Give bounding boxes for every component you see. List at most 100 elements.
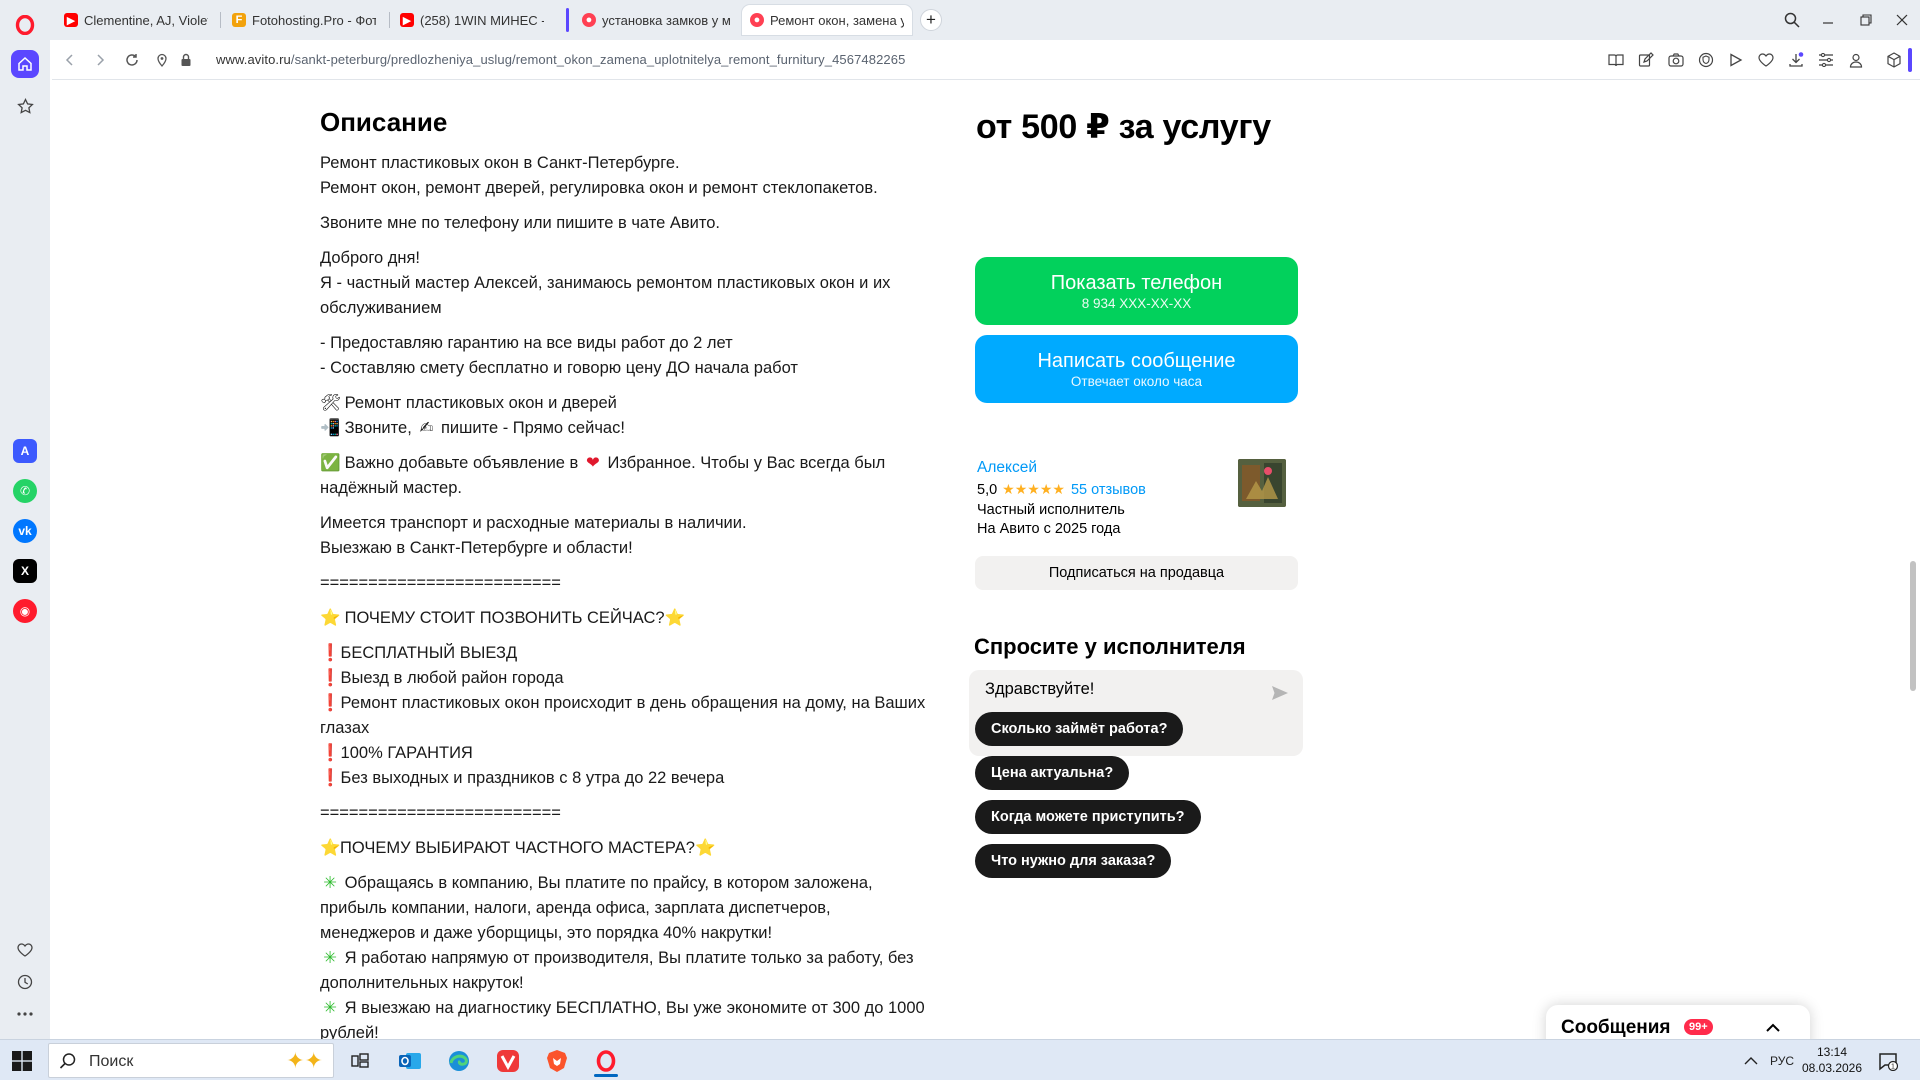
- more-dots-icon[interactable]: [11, 1000, 39, 1028]
- desc-paragraph: Доброго дня! Я - частный мастер Алексей,…: [320, 249, 891, 317]
- quick-question-chip[interactable]: Сколько займёт работа?: [975, 712, 1184, 746]
- edge-icon[interactable]: [439, 1044, 479, 1077]
- tools-icon: 🛠: [320, 394, 341, 412]
- ask-message-input[interactable]: [985, 680, 1255, 699]
- heart-icon[interactable]: [1756, 50, 1776, 70]
- quick-question-chip[interactable]: Цена актуальна?: [975, 756, 1130, 790]
- desc-paragraph: 🛠 Ремонт пластиковых окон и дверей 📲 Зво…: [320, 391, 930, 441]
- show-phone-button[interactable]: Показать телефон 8 934 XXX-XX-XX: [975, 257, 1298, 325]
- download-icon[interactable]: [1786, 50, 1806, 70]
- seller-since: На Авито с 2025 года: [977, 521, 1121, 537]
- sparkle-icon: ✳: [323, 874, 337, 892]
- avito-icon: ●: [750, 13, 764, 27]
- shield-icon[interactable]: [1696, 50, 1716, 70]
- writing-hand-icon: ✍: [419, 419, 434, 437]
- quick-question-chip[interactable]: Что нужно для заказа?: [975, 844, 1172, 878]
- new-tab-button[interactable]: +: [920, 9, 942, 31]
- separator-line: =========================: [320, 804, 561, 822]
- history-clock-icon[interactable]: [11, 968, 39, 996]
- system-clock[interactable]: 13:14 08.03.2026: [1800, 1044, 1864, 1076]
- desc-paragraph: Ремонт пластиковых окон в Санкт-Петербур…: [320, 154, 878, 197]
- input-language[interactable]: РУС: [1770, 1040, 1794, 1080]
- outlook-icon[interactable]: [390, 1044, 430, 1077]
- separator-line: =========================: [320, 574, 561, 592]
- opera-logo-icon[interactable]: [10, 10, 40, 40]
- profile-icon[interactable]: [1846, 50, 1866, 70]
- opera-taskbar-icon[interactable]: [586, 1044, 626, 1077]
- quick-question-chip[interactable]: Когда можете приступить?: [975, 800, 1201, 834]
- tab-5-active[interactable]: ● Ремонт окон, замена упл: [742, 5, 912, 35]
- ask-seller-heading: Спросите у исполнителя: [974, 634, 1246, 659]
- task-view-icon[interactable]: [340, 1044, 380, 1077]
- vivaldi-icon[interactable]: [488, 1044, 528, 1077]
- minimize-icon[interactable]: [1808, 6, 1848, 34]
- desc-paragraph: ✅ Важно добавьте объявление в ❤ Избранно…: [320, 451, 930, 501]
- scrollbar-thumb[interactable]: [1910, 561, 1916, 691]
- star-icon[interactable]: [11, 92, 39, 120]
- windows-start-icon[interactable]: [12, 1051, 32, 1071]
- sparkle-icon: ✳: [323, 999, 337, 1017]
- restore-icon[interactable]: [1846, 6, 1886, 34]
- write-message-button[interactable]: Написать сообщение Отвечает около часа: [975, 335, 1298, 403]
- seller-rating: 5,0 ★★★★★ 55 отзывов: [977, 481, 1146, 498]
- send-icon[interactable]: [1271, 684, 1289, 702]
- url-text[interactable]: www.avito.ru/sankt-peterburg/predlozheni…: [216, 52, 905, 67]
- rating-stars-icon: ★★★★★: [1002, 481, 1065, 497]
- tab-3[interactable]: ▶ (258) 1WIN МИНЕС - КАК: [392, 5, 552, 35]
- red-heart-icon: ❤: [586, 454, 600, 472]
- tab-bar: ▶ Clementine, AJ, Violet & L F Fotohosti…: [0, 0, 1920, 40]
- notifications-icon[interactable]: 1: [1878, 1051, 1898, 1071]
- edit-icon[interactable]: [1636, 50, 1656, 70]
- pinboard-heart-icon[interactable]: [11, 936, 39, 964]
- tab-search-icon[interactable]: [1772, 6, 1812, 34]
- location-icon[interactable]: [152, 50, 172, 70]
- lock-icon[interactable]: [176, 50, 196, 70]
- extensions-cube-icon[interactable]: [1884, 50, 1904, 70]
- star-emoji-icon: ⭐: [694, 839, 716, 857]
- star-emoji-icon: ⭐: [320, 839, 341, 857]
- aria-icon[interactable]: A: [13, 439, 37, 463]
- avito-icon: ●: [582, 13, 596, 27]
- desc-paragraph: Звоните мне по телефону или пишите в чат…: [320, 214, 720, 232]
- reload-icon[interactable]: [122, 50, 142, 70]
- camera-icon[interactable]: [1666, 50, 1686, 70]
- desc-subheading: ⭐ ПОЧЕМУ СТОИТ ПОЗВОНИТЬ СЕЙЧАС?⭐: [320, 606, 930, 631]
- check-mark-icon: ✅: [320, 454, 341, 472]
- x-twitter-icon[interactable]: X: [13, 559, 37, 583]
- tab-2[interactable]: F Fotohosting.Pro - Фотохо: [224, 5, 384, 35]
- page-scrollbar[interactable]: [1908, 81, 1920, 1039]
- easy-setup-icon[interactable]: [1816, 50, 1836, 70]
- desc-paragraph: Имеется транспорт и расходные материалы …: [320, 514, 747, 557]
- subscribe-seller-button[interactable]: Подписаться на продавца: [975, 556, 1298, 590]
- tab-1[interactable]: ▶ Clementine, AJ, Violet & L: [56, 5, 216, 35]
- vk-icon[interactable]: vk: [13, 519, 37, 543]
- back-icon[interactable]: [60, 50, 80, 70]
- tab-4[interactable]: ● установка замков у метр: [574, 5, 738, 35]
- whatsapp-icon[interactable]: ✆: [13, 479, 37, 503]
- desc-bullets: ❗БЕСПЛАТНЫЙ ВЫЕЗД ❗Выезд в любой район г…: [320, 644, 926, 787]
- description-section: Описание Ремонт пластиковых окон в Санкт…: [320, 105, 930, 1039]
- address-bar: www.avito.ru/sankt-peterburg/predlozheni…: [52, 40, 1920, 80]
- seller-avatar[interactable]: [1238, 459, 1286, 507]
- reader-mode-icon[interactable]: [1606, 50, 1626, 70]
- seller-name-link[interactable]: Алексей: [977, 459, 1037, 477]
- search-icon: [59, 1053, 76, 1069]
- brave-icon[interactable]: [537, 1044, 577, 1077]
- close-window-icon[interactable]: [1882, 6, 1920, 34]
- star-emoji-icon: ⭐: [320, 609, 341, 627]
- tab-group-indicator: [566, 8, 569, 32]
- home-icon[interactable]: [11, 50, 39, 78]
- svg-text:1: 1: [1891, 1064, 1895, 1071]
- chevron-up-icon[interactable]: [1764, 1019, 1782, 1037]
- player-icon[interactable]: [1726, 50, 1746, 70]
- exclamation-icon: ❗: [320, 669, 341, 687]
- messages-title: Сообщения: [1561, 1017, 1671, 1038]
- forward-icon[interactable]: [90, 50, 110, 70]
- youtube-icon: ▶: [400, 13, 414, 27]
- reviews-link[interactable]: 55 отзывов: [1071, 482, 1146, 498]
- music-player-icon[interactable]: ◉: [13, 599, 37, 623]
- sparkle-icon: ✳: [323, 949, 337, 967]
- avito-page: Описание Ремонт пластиковых окон в Санкт…: [52, 81, 1908, 1039]
- tray-chevron-up-icon[interactable]: [1744, 1040, 1758, 1080]
- taskbar-search[interactable]: Поиск ✦✦: [48, 1043, 334, 1078]
